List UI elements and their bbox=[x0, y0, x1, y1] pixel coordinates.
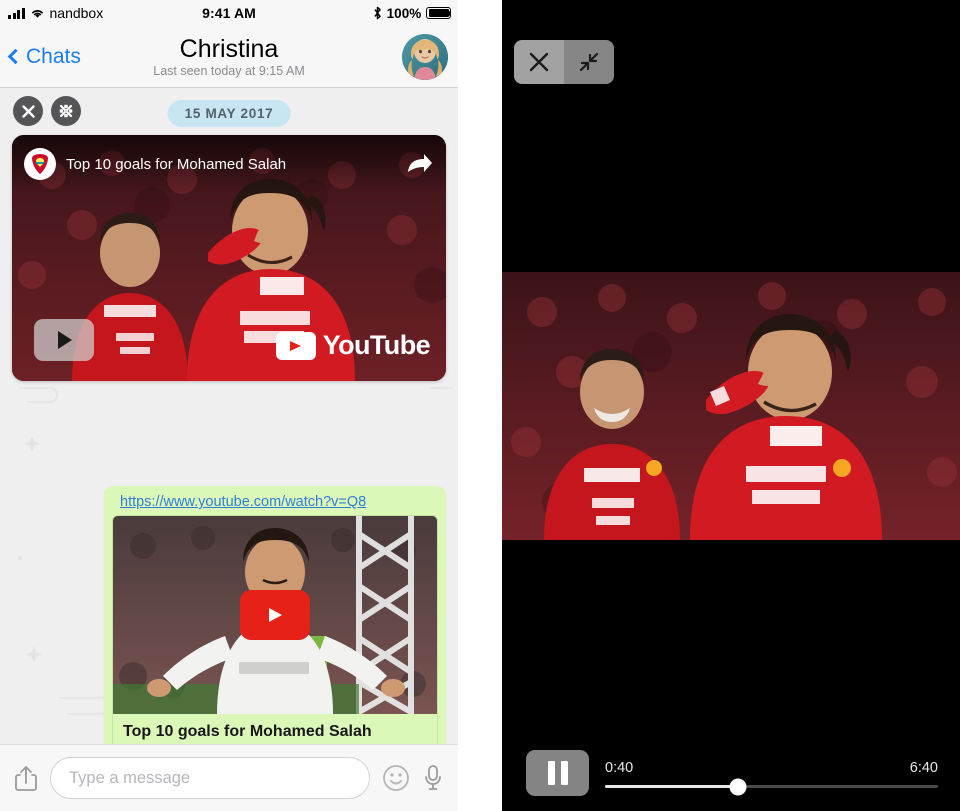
video-title-overlay: Top 10 goals for Mohamed Salah bbox=[12, 135, 446, 193]
link-preview-card[interactable]: Top 10 goals for Mohamed Salah The lates… bbox=[112, 515, 438, 744]
message-composer bbox=[0, 744, 458, 811]
chat-screen: nandbox 9:41 AM 100% Chats Christina Las… bbox=[0, 0, 458, 811]
liverpool-crest-icon bbox=[24, 148, 56, 180]
smiley-icon[interactable] bbox=[382, 764, 410, 792]
navigation-bar: Chats Christina Last seen today at 9:15 … bbox=[0, 26, 458, 88]
progress-knob[interactable] bbox=[729, 778, 747, 795]
collapse-circle-icon[interactable] bbox=[51, 96, 81, 126]
chat-message-list[interactable]: 15 MAY 2017 Top 10 goals for Mohamed Sal… bbox=[0, 88, 458, 744]
back-to-chats-button[interactable]: Chats bbox=[7, 44, 81, 69]
battery-percent-label: 100% bbox=[386, 5, 422, 21]
date-separator: 15 MAY 2017 bbox=[167, 100, 291, 127]
inline-video-title: Top 10 goals for Mohamed Salah bbox=[66, 155, 287, 173]
search-input[interactable] bbox=[50, 757, 370, 799]
player-top-controls bbox=[514, 40, 614, 84]
progress-slider[interactable] bbox=[605, 778, 938, 795]
outgoing-message-bubble[interactable]: https://www.youtube.com/watch?v=Q8 Top 1… bbox=[104, 486, 446, 744]
total-time-label: 6:40 bbox=[909, 760, 938, 776]
player-video-frame bbox=[502, 272, 960, 540]
avatar[interactable] bbox=[402, 33, 448, 80]
youtube-brand-link[interactable]: YouTube bbox=[275, 330, 431, 361]
status-bar: nandbox 9:41 AM 100% bbox=[0, 0, 458, 26]
screenshot-root: nandbox 9:41 AM 100% Chats Christina Las… bbox=[0, 0, 960, 811]
fullscreen-video-player[interactable]: 0:40 6:40 bbox=[502, 0, 960, 811]
player-bottom-controls: 0:40 6:40 bbox=[502, 735, 960, 811]
link-preview-text: Top 10 goals for Mohamed Salah The lates… bbox=[113, 714, 437, 744]
play-icon[interactable] bbox=[34, 319, 94, 361]
close-x-icon[interactable] bbox=[514, 40, 564, 84]
youtube-play-button-icon[interactable] bbox=[240, 590, 310, 640]
microphone-icon[interactable] bbox=[422, 763, 444, 793]
back-label: Chats bbox=[26, 44, 81, 68]
message-link[interactable]: https://www.youtube.com/watch?v=Q8 bbox=[112, 492, 438, 515]
pause-icon[interactable] bbox=[526, 750, 589, 796]
chevron-left-icon bbox=[7, 48, 24, 65]
floating-video-controls bbox=[13, 96, 81, 126]
share-arrow-icon[interactable] bbox=[406, 152, 434, 176]
shrink-arrows-icon[interactable] bbox=[564, 40, 614, 84]
player-time-labels: 0:40 6:40 bbox=[605, 760, 938, 776]
youtube-wordmark: YouTube bbox=[322, 330, 431, 360]
inline-video-player[interactable]: Top 10 goals for Mohamed Salah YouTube bbox=[12, 135, 446, 381]
battery-full-icon bbox=[426, 7, 452, 19]
link-preview-title: Top 10 goals for Mohamed Salah bbox=[123, 723, 372, 740]
share-upload-icon[interactable] bbox=[14, 764, 38, 792]
player-seek-area: 0:40 6:40 bbox=[605, 758, 938, 795]
progress-fill bbox=[605, 785, 739, 788]
current-time-label: 0:40 bbox=[605, 760, 634, 776]
link-preview-thumbnail bbox=[113, 516, 437, 714]
close-circle-icon[interactable] bbox=[13, 96, 43, 126]
bluetooth-icon bbox=[373, 6, 382, 20]
status-bar-right: 100% bbox=[373, 5, 452, 21]
youtube-play-badge-icon bbox=[275, 331, 316, 360]
